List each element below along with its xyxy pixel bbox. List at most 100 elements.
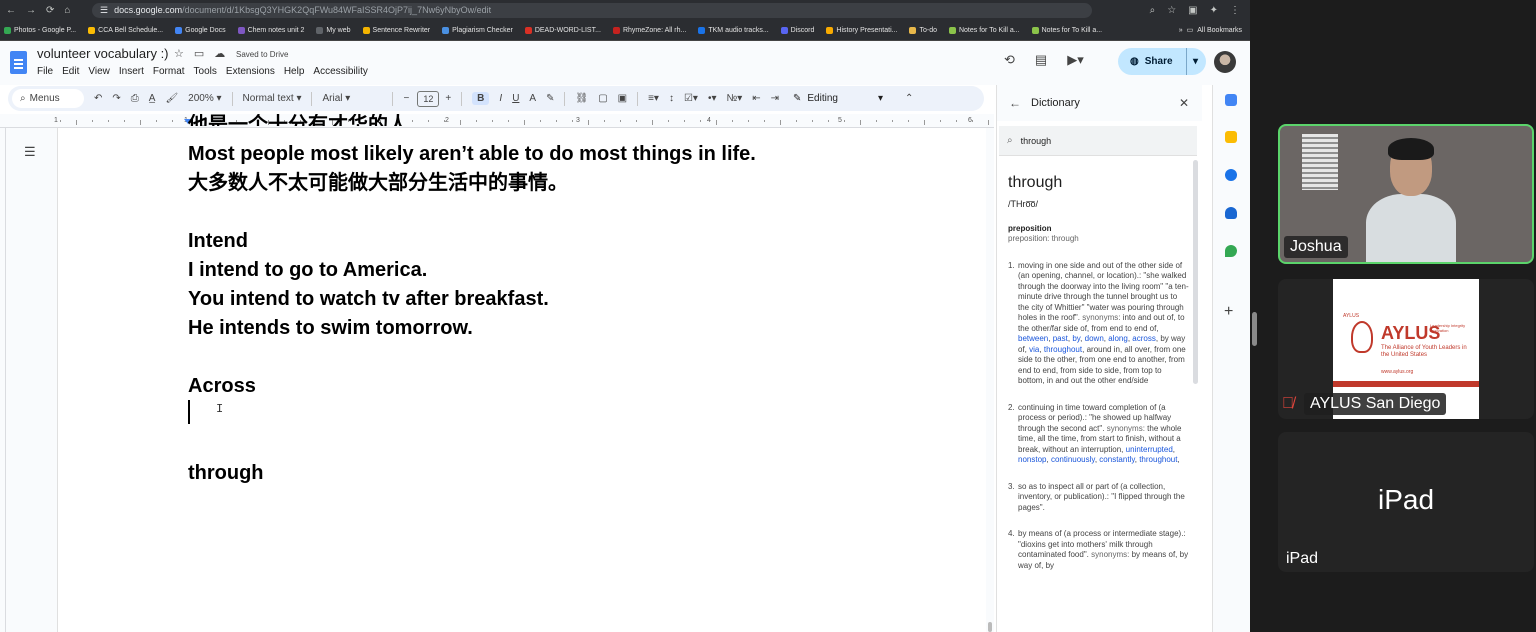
- bookmark-star-icon[interactable]: ☆: [1167, 5, 1176, 16]
- document-line[interactable]: He intends to swim tomorrow.: [188, 314, 756, 343]
- bookmark-item[interactable]: CCA Bell Schedule...: [88, 26, 163, 34]
- synonym-link[interactable]: between: [1018, 334, 1048, 343]
- synonym-link[interactable]: along: [1108, 334, 1128, 343]
- bookmark-item[interactable]: Chem notes unit 2: [237, 26, 304, 34]
- more-chevron-icon[interactable]: »: [1179, 27, 1183, 34]
- synonym-link[interactable]: constantly: [1099, 455, 1134, 464]
- move-folder-icon[interactable]: ▭: [194, 47, 204, 60]
- menu-item-extensions[interactable]: Extensions: [226, 66, 275, 77]
- meet-icon[interactable]: ▶▾: [1067, 52, 1084, 68]
- bookmark-item[interactable]: History Presentati...: [826, 26, 897, 34]
- bookmark-item[interactable]: TKM audio tracks...: [698, 26, 769, 34]
- synonym-link[interactable]: continuously: [1051, 455, 1095, 464]
- maps-icon[interactable]: [1225, 245, 1237, 257]
- reload-icon[interactable]: ⟳: [46, 5, 54, 16]
- site-info-icon[interactable]: ☰: [100, 5, 108, 16]
- synonym-link[interactable]: across: [1132, 334, 1156, 343]
- menu-item-tools[interactable]: Tools: [194, 66, 217, 77]
- participant-tile-aylus[interactable]: AYLUS AYLUS Leadership Integrity Innovat…: [1278, 279, 1534, 419]
- extension-icon[interactable]: ▣: [1188, 5, 1197, 16]
- puzzle-icon[interactable]: ✦: [1210, 5, 1218, 16]
- menu-item-accessibility[interactable]: Accessibility: [313, 66, 367, 77]
- bookmark-item[interactable]: Notes for To Kill a...: [1031, 26, 1102, 34]
- document-line[interactable]: You intend to watch tv after breakfast.: [188, 285, 756, 314]
- underline-icon[interactable]: U: [512, 93, 519, 104]
- menu-item-file[interactable]: File: [37, 66, 53, 77]
- document-line[interactable]: Most people most likely aren’t able to d…: [188, 140, 756, 169]
- add-addon-icon[interactable]: +: [1224, 303, 1233, 321]
- document-scrollbar[interactable]: [986, 128, 994, 632]
- undo-icon[interactable]: ↶: [94, 93, 102, 104]
- document-line[interactable]: [188, 401, 756, 430]
- document-line[interactable]: through: [188, 459, 756, 488]
- address-bar[interactable]: ☰ docs.google.com/document/d/1KbsgQ3YHGK…: [92, 2, 1092, 18]
- bold-icon[interactable]: B: [472, 92, 490, 105]
- document-line[interactable]: 大多数人不太可能做大部分生活中的事情。: [188, 169, 756, 198]
- zoom-icon[interactable]: ⌕: [1150, 5, 1156, 16]
- synonym-link[interactable]: nonstop: [1018, 455, 1046, 464]
- bookmark-item[interactable]: Plagiarism Checker: [442, 26, 513, 34]
- decrease-size-icon[interactable]: −: [403, 93, 409, 104]
- dictionary-scrollbar[interactable]: [1193, 160, 1198, 384]
- close-icon[interactable]: ✕: [1179, 96, 1189, 110]
- star-icon[interactable]: ☆: [174, 47, 184, 60]
- collapse-toolbar-icon[interactable]: ⌃: [905, 93, 913, 104]
- document-line[interactable]: [188, 343, 756, 372]
- text-color-icon[interactable]: A: [529, 93, 536, 104]
- editing-mode-select[interactable]: ✎ Editing ▾: [793, 93, 883, 104]
- synonym-link[interactable]: by: [1072, 334, 1080, 343]
- keep-icon[interactable]: [1225, 131, 1237, 143]
- account-avatar[interactable]: [1214, 51, 1236, 73]
- bookmark-item[interactable]: DEAD-WORD-LIST...: [524, 26, 601, 34]
- insert-image-icon[interactable]: ▣: [618, 93, 627, 104]
- cloud-saved-icon[interactable]: ☁: [214, 47, 225, 60]
- increase-size-icon[interactable]: +: [445, 93, 451, 104]
- numbered-list-icon[interactable]: №▾: [726, 93, 742, 104]
- synonym-link[interactable]: uninterrupted: [1126, 445, 1173, 454]
- synonym-link[interactable]: via: [1029, 345, 1039, 354]
- redo-icon[interactable]: ↷: [112, 93, 120, 104]
- share-dropdown-icon[interactable]: ▾: [1185, 48, 1198, 75]
- synonym-link[interactable]: past: [1053, 334, 1068, 343]
- horizontal-ruler[interactable]: 1123456: [0, 114, 994, 128]
- zoom-select[interactable]: 200% ▾: [188, 93, 221, 104]
- participant-tile-joshua[interactable]: Joshua: [1278, 124, 1534, 264]
- docs-logo-icon[interactable]: [10, 51, 27, 74]
- menu-item-insert[interactable]: Insert: [119, 66, 144, 77]
- back-icon[interactable]: ←: [6, 5, 16, 16]
- menu-item-format[interactable]: Format: [153, 66, 185, 77]
- participant-tile-ipad[interactable]: iPad iPad: [1278, 432, 1534, 572]
- bullet-list-icon[interactable]: •▾: [708, 93, 717, 104]
- spellcheck-icon[interactable]: A̲: [149, 93, 156, 104]
- bookmark-item[interactable]: My web: [316, 26, 351, 34]
- tasks-icon[interactable]: [1225, 169, 1237, 181]
- bookmark-item[interactable]: Discord: [780, 26, 814, 34]
- checklist-icon[interactable]: ☑▾: [684, 93, 698, 104]
- comments-icon[interactable]: ▤: [1035, 52, 1047, 68]
- align-icon[interactable]: ≡▾: [648, 93, 659, 104]
- menu-item-help[interactable]: Help: [284, 66, 305, 77]
- calendar-icon[interactable]: [1225, 94, 1237, 106]
- share-button[interactable]: ◍ Share ▾: [1118, 48, 1206, 75]
- font-size-input[interactable]: 12: [417, 90, 440, 107]
- font-select[interactable]: Arial ▾: [322, 93, 382, 104]
- indent-decrease-icon[interactable]: ⇤: [752, 93, 760, 104]
- menus-search[interactable]: ⌕ Menus: [12, 89, 84, 108]
- document-line[interactable]: Intend: [188, 227, 756, 256]
- synonym-link[interactable]: throughout: [1044, 345, 1082, 354]
- italic-icon[interactable]: I: [499, 93, 502, 104]
- print-icon[interactable]: ⎙: [131, 93, 139, 104]
- home-icon[interactable]: ⌂: [64, 5, 70, 16]
- bookmark-item[interactable]: Notes for To Kill a...: [948, 26, 1020, 34]
- paint-format-icon[interactable]: 🖌: [165, 93, 178, 104]
- bookmark-item[interactable]: To-do: [909, 26, 937, 34]
- style-select[interactable]: Normal text ▾: [243, 93, 302, 104]
- contacts-icon[interactable]: [1225, 207, 1237, 219]
- document-line[interactable]: I intend to go to America.: [188, 256, 756, 285]
- document-line[interactable]: [188, 198, 756, 227]
- dictionary-search-input[interactable]: ⌕ through: [999, 126, 1197, 156]
- document-body[interactable]: Most people most likely aren’t able to d…: [188, 140, 756, 488]
- back-arrow-icon[interactable]: ←: [1009, 96, 1021, 110]
- synonym-link[interactable]: throughout: [1139, 455, 1177, 464]
- version-history-icon[interactable]: ⟲: [1004, 52, 1015, 68]
